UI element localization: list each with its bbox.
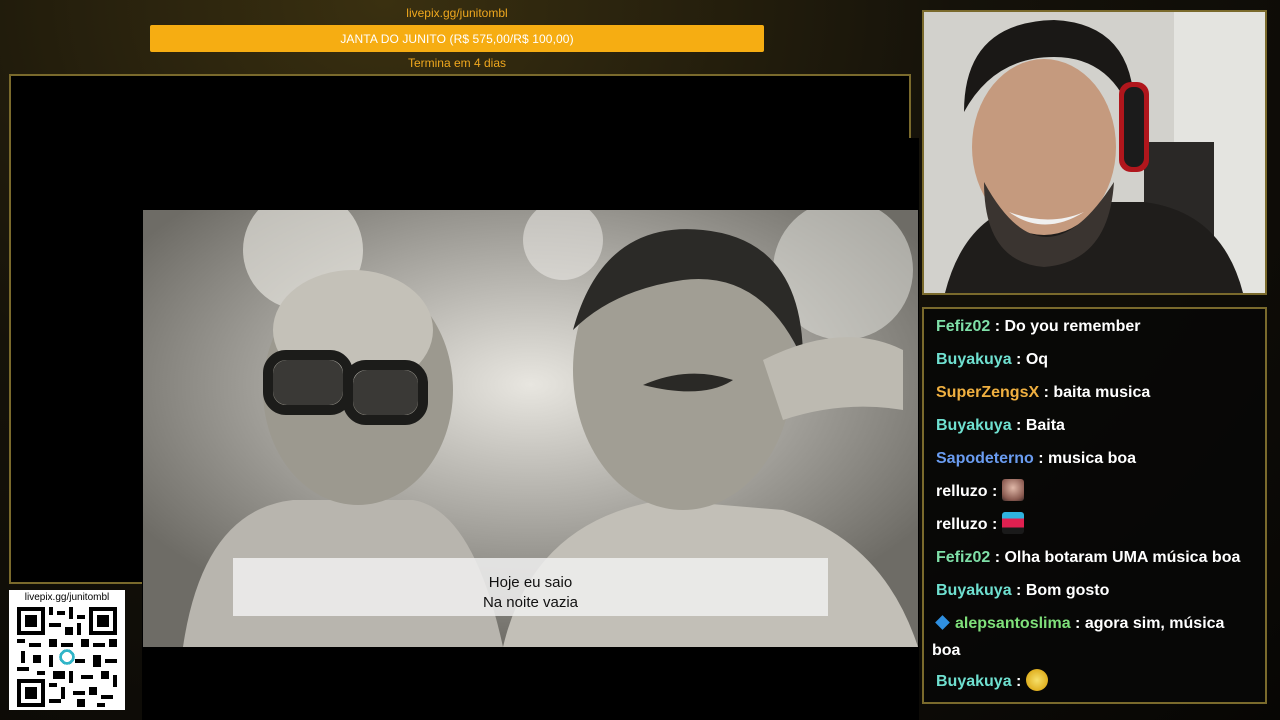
chat-text: musica boa bbox=[1048, 450, 1137, 467]
goal-deadline: Termina em 4 dias bbox=[407, 56, 507, 70]
chat-message: relluzo : bbox=[936, 478, 1264, 505]
chat-message: alepsantoslima : agora sim, música boa bbox=[932, 610, 1264, 664]
chat-separator: : bbox=[1039, 384, 1054, 401]
goal-label: JANTA DO JUNITO (R$ 575,00/R$ 100,00) bbox=[340, 31, 574, 46]
laughing-emote bbox=[1025, 669, 1048, 691]
subtitle-line-1: Hoje eu saio bbox=[488, 574, 573, 591]
chat-message: Buyakuya : Oq bbox=[936, 346, 1264, 373]
chat-username[interactable]: Buyakuya bbox=[936, 351, 1012, 368]
chat-message: Fefiz02 : Olha botaram UMA música boa bbox=[936, 544, 1264, 571]
chat-text: Baita bbox=[1025, 417, 1065, 434]
subtitle-line-2: Na noite vazia bbox=[482, 594, 579, 611]
webcam-feed bbox=[922, 10, 1267, 295]
chat-separator: : bbox=[1011, 417, 1026, 434]
chat-text: Bom gosto bbox=[1025, 582, 1110, 599]
chat-message: relluzo : bbox=[936, 511, 1264, 538]
chat-message: Buyakuya : Bom gosto bbox=[936, 577, 1264, 604]
chat-message: Sapodeterno : musica boa bbox=[936, 445, 1264, 472]
chat-username[interactable]: relluzo bbox=[936, 516, 988, 533]
chat-username[interactable]: Fefiz02 bbox=[936, 549, 990, 566]
face-emote bbox=[1001, 479, 1024, 501]
chat-username[interactable]: Buyakuya bbox=[936, 582, 1012, 599]
chat-username[interactable]: alepsantoslima bbox=[955, 615, 1071, 632]
chat-text: Oq bbox=[1025, 351, 1049, 368]
chat-username[interactable]: relluzo bbox=[936, 483, 988, 500]
chat-separator: : bbox=[990, 549, 1005, 566]
chat-message: Buyakuya : Baita bbox=[936, 412, 1264, 439]
chat-text: Olha botaram UMA música boa bbox=[1004, 549, 1241, 566]
chat-separator: : bbox=[1011, 673, 1026, 690]
chat-separator: : bbox=[987, 483, 1002, 500]
chat-separator: : bbox=[1011, 351, 1026, 368]
qr-code-icon bbox=[17, 607, 117, 707]
qr-url: livepix.gg/junitombl bbox=[24, 592, 110, 603]
chat-username[interactable]: Buyakuya bbox=[936, 673, 1012, 690]
chat-message: Fefiz02 : Do you remember bbox=[936, 313, 1264, 340]
streamer-webcam-image bbox=[924, 12, 1265, 293]
chat-separator: : bbox=[1011, 582, 1026, 599]
cube-badge-icon[interactable] bbox=[935, 615, 950, 630]
pixel-character-emote bbox=[1001, 512, 1024, 534]
chat-panel: Fefiz02 : Do you remember Buyakuya : Oq Su… bbox=[922, 307, 1267, 704]
chat-text: baita musica bbox=[1053, 384, 1151, 401]
chat-separator: : bbox=[1033, 450, 1049, 467]
chat-text: Do you remember bbox=[1004, 318, 1141, 335]
chat-username[interactable]: Buyakuya bbox=[936, 417, 1012, 434]
qr-panel[interactable]: livepix.gg/junitombl bbox=[9, 590, 125, 710]
chat-separator: : bbox=[987, 516, 1002, 533]
chat-username[interactable]: SuperZengsX bbox=[936, 384, 1039, 401]
goal-url[interactable]: livepix.gg/junitombl bbox=[150, 6, 764, 20]
chat-username[interactable]: Fefiz02 bbox=[936, 318, 990, 335]
chat-username[interactable]: Sapodeterno bbox=[936, 450, 1034, 467]
goal-progress-bar: JANTA DO JUNITO (R$ 575,00/R$ 100,00) bbox=[150, 25, 764, 52]
chat-text-continued: boa bbox=[932, 642, 961, 659]
chat-separator: : bbox=[1070, 615, 1085, 632]
chat-message: Buyakuya : bbox=[936, 668, 1264, 695]
chat-text: agora sim, música bbox=[1084, 615, 1225, 632]
chat-message: SuperZengsX : baita musica bbox=[936, 379, 1264, 406]
chat-separator: : bbox=[990, 318, 1005, 335]
